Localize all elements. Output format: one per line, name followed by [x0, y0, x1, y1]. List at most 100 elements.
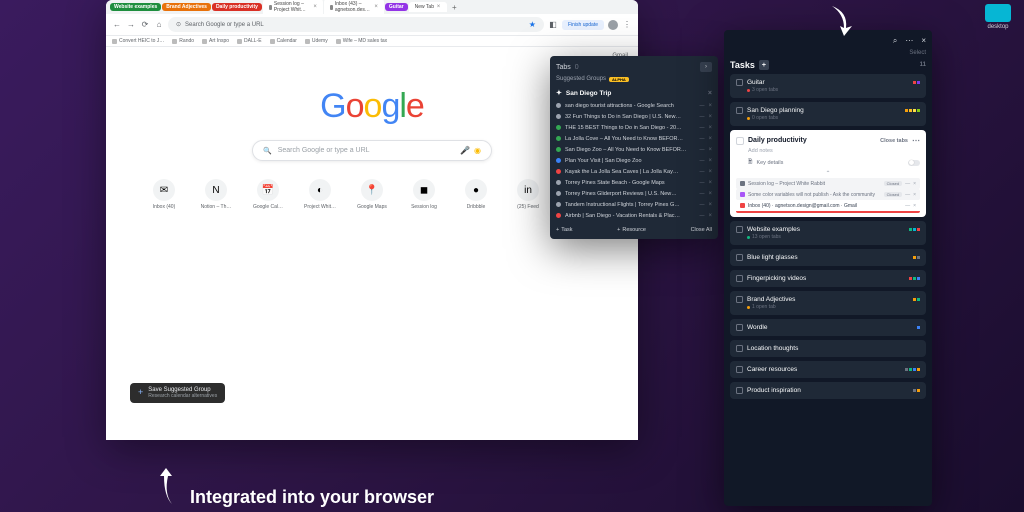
dash-icon[interactable]: — [699, 213, 704, 219]
task-card[interactable]: Website examples13 open tabs [730, 221, 926, 245]
tab-list-item[interactable]: san diego tourist attractions - Google S… [556, 100, 712, 111]
dash-icon[interactable]: — [699, 125, 704, 131]
task-sub-item[interactable]: Some color variables will not publish - … [736, 189, 920, 200]
shortcut-item[interactable]: in(25) Feed [509, 179, 547, 210]
extension-icon[interactable]: ◧ [548, 20, 558, 30]
chevron-right-icon[interactable]: › [700, 62, 712, 72]
dash-icon[interactable]: — [905, 192, 910, 198]
toggle-switch[interactable] [908, 160, 920, 166]
shortcut-item[interactable]: NNotion – Th… [197, 179, 235, 210]
tab-list-item[interactable]: San Diego Zoo – All You Need to Know BEF… [556, 144, 712, 155]
close-icon[interactable]: × [708, 169, 712, 175]
shortcut-item[interactable]: 📍Google Maps [353, 179, 391, 210]
close-tabs-button[interactable]: Close tabs [880, 138, 908, 144]
tab-group-chip[interactable]: Brand Adjectives [162, 3, 211, 11]
task-card[interactable]: Fingerpicking videos [730, 270, 926, 287]
task-checkbox[interactable] [736, 226, 743, 233]
browser-tab-active[interactable]: New Tab× [409, 2, 447, 12]
desktop-app-icon[interactable]: desktop [980, 4, 1016, 30]
tab-list-item[interactable]: Torrey Pines Gliderport Reviews | U.S. N… [556, 188, 712, 199]
close-icon[interactable]: × [708, 158, 712, 164]
task-checkbox[interactable] [736, 275, 743, 282]
add-notes-field[interactable]: Add notes [748, 148, 920, 154]
tab-list-item[interactable]: THE 15 BEST Things to Do in San Diego - … [556, 122, 712, 133]
task-card[interactable]: Product inspiration [730, 382, 926, 399]
task-card[interactable]: Guitar3 open tabs [730, 74, 926, 98]
add-task-button[interactable]: + [759, 60, 769, 70]
close-icon[interactable]: × [374, 5, 378, 10]
tab-group-chip[interactable]: Guitar [385, 3, 408, 11]
bookmark-item[interactable]: DALL-E [237, 38, 262, 44]
tab-list-item[interactable]: Torrey Pines State Beach - Google Maps—× [556, 177, 712, 188]
dash-icon[interactable]: — [699, 202, 704, 208]
task-checkbox[interactable] [736, 366, 743, 373]
finish-update-button[interactable]: Finish update [562, 20, 604, 30]
shortcut-item[interactable]: ◐Project Whit… [301, 179, 339, 210]
star-icon[interactable]: ★ [529, 20, 536, 29]
close-icon[interactable]: × [708, 125, 712, 131]
dash-icon[interactable]: — [699, 103, 704, 109]
task-checkbox[interactable] [736, 345, 743, 352]
task-checkbox[interactable] [736, 107, 743, 114]
browser-tab[interactable]: Session log – Project Whit…× [263, 0, 323, 15]
dash-icon[interactable]: — [905, 181, 910, 187]
tab-group-chip[interactable]: Daily productivity [212, 3, 262, 11]
menu-icon[interactable]: ⋯ [905, 36, 913, 46]
dash-icon[interactable]: — [699, 169, 704, 175]
tab-list-item[interactable]: Kayak the La Jolla Sea Caves | La Jolla … [556, 166, 712, 177]
bookmark-item[interactable]: Calendar [270, 38, 297, 44]
close-icon[interactable]: × [708, 103, 712, 109]
search-input[interactable]: 🔍 Search Google or type a URL 🎤◉ [252, 140, 492, 161]
close-icon[interactable]: × [921, 36, 926, 46]
menu-icon[interactable]: ⋮ [622, 20, 632, 30]
task-checkbox[interactable] [736, 296, 743, 303]
bookmark-item[interactable]: Convert HEIC to J… [112, 38, 164, 44]
browser-tab[interactable]: Inbox (43) – agnetson.des…× [324, 0, 384, 15]
tab-list-item[interactable]: Airbnb | San Diego - Vacation Rentals & … [556, 210, 712, 221]
task-checkbox[interactable] [736, 137, 744, 145]
save-group-popup[interactable]: + Save Suggested GroupResearch calendar … [130, 383, 225, 403]
close-all-button[interactable]: Close All [691, 227, 712, 233]
close-icon[interactable]: × [708, 191, 712, 197]
tab-list-item[interactable]: 32 Fun Things to Do in San Diego | U.S. … [556, 111, 712, 122]
close-icon[interactable]: × [708, 180, 712, 186]
close-icon[interactable]: × [708, 213, 712, 219]
task-card[interactable]: San Diego planning0 open tabs [730, 102, 926, 126]
task-sub-item[interactable]: Inbox (40) · agnetson.design@gmail.com ·… [736, 200, 920, 213]
close-icon[interactable]: × [913, 192, 916, 198]
task-checkbox[interactable] [736, 324, 743, 331]
group-header[interactable]: ✦ San Diego Trip × [556, 86, 712, 100]
task-card[interactable]: Location thoughts [730, 340, 926, 357]
task-card[interactable]: Brand Adjectives1 open tab [730, 291, 926, 315]
dash-icon[interactable]: — [699, 191, 704, 197]
tab-list-item[interactable]: Plan Your Visit | San Diego Zoo—× [556, 155, 712, 166]
bookmark-item[interactable]: Udemy [305, 38, 328, 44]
search-icon[interactable]: ⌕ [893, 36, 897, 46]
close-icon[interactable]: × [708, 90, 712, 97]
close-icon[interactable]: × [708, 136, 712, 142]
dash-icon[interactable]: — [699, 114, 704, 120]
dash-icon[interactable]: — [699, 158, 704, 164]
back-icon[interactable]: ← [112, 20, 122, 30]
task-card[interactable]: Blue light glasses [730, 249, 926, 266]
tab-list-item[interactable]: Tandem Instructional Flights | Torrey Pi… [556, 199, 712, 210]
forward-icon[interactable]: → [126, 20, 136, 30]
task-checkbox[interactable] [736, 79, 743, 86]
tab-list-item[interactable]: La Jolla Cove – All You Need to Know BEF… [556, 133, 712, 144]
mic-icon[interactable]: 🎤 [460, 146, 470, 155]
home-icon[interactable]: ⌂ [154, 20, 164, 30]
close-icon[interactable]: × [436, 5, 441, 10]
close-icon[interactable]: × [708, 114, 712, 120]
close-icon[interactable]: × [913, 203, 916, 209]
address-input[interactable]: ⊙Search Google or type a URL★ [168, 17, 544, 32]
lens-icon[interactable]: ◉ [474, 146, 481, 155]
tab-group-chip[interactable]: Website examples [110, 3, 161, 11]
shortcut-item[interactable]: ◼Session log [405, 179, 443, 210]
dash-icon[interactable]: — [905, 203, 910, 209]
collapse-icon[interactable]: ⌃ [736, 170, 920, 177]
close-icon[interactable]: × [708, 202, 712, 208]
task-checkbox[interactable] [736, 387, 743, 394]
reload-icon[interactable]: ⟳ [140, 20, 150, 30]
task-card[interactable]: Wordle [730, 319, 926, 336]
shortcut-item[interactable]: 📅Google Cal… [249, 179, 287, 210]
